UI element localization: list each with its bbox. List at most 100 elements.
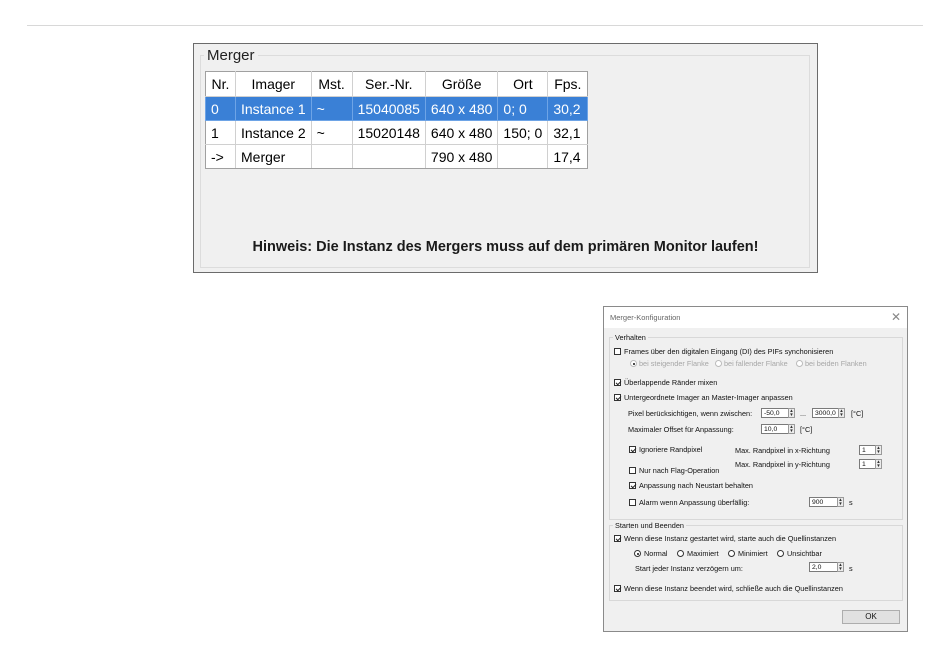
spin-updown-icon[interactable]: ▲ ▼ [837,497,844,507]
cell-size: 640 x 480 [425,96,499,121]
max-offset-value: 10,0 [764,426,778,433]
delay-unit: s [849,564,853,573]
col-header-fps[interactable]: Fps. [547,71,589,97]
flag-only-checkbox[interactable] [629,467,636,474]
cell-serial [352,144,426,169]
pixel-range-label: Pixel berücksichtigen, wenn zwischen: [628,409,753,418]
cell-nr: 0 [205,96,236,121]
max-border-y-stepper[interactable]: 1 ▲ ▼ [859,459,882,469]
pixel-min-value: -50,0 [764,410,780,417]
adapt-subordinate-checkbox[interactable] [614,394,621,401]
cell-position [497,144,549,169]
cell-fps: 30,2 [547,96,589,121]
pixel-range-unit: [°C] [851,409,864,418]
mode-normal-radio[interactable] [634,550,641,557]
ok-button[interactable]: OK [842,610,900,624]
cell-position: 0; 0 [497,96,549,121]
mix-edges-checkbox[interactable] [614,379,621,386]
edge-both-label: bei beiden Flanken [805,359,867,368]
spin-updown-icon[interactable]: ▲ ▼ [875,445,882,455]
max-offset-label: Maximaler Offset für Anpassung: [628,425,734,434]
merger-group-title: Merger [204,47,258,64]
delay-stepper[interactable]: 2,0 ▲ ▼ [809,562,844,572]
keep-after-restart-label: Anpassung nach Neustart behalten [639,481,753,490]
max-offset-stepper[interactable]: 10,0 ▲ ▼ [761,424,795,434]
delay-value: 2,0 [812,564,822,571]
col-header-position[interactable]: Ort [497,71,549,97]
cell-imager: Instance 1 [235,96,312,121]
pixel-min-stepper[interactable]: -50,0 ▲ ▼ [761,408,795,418]
table-row[interactable]: 1 Instance 2 ~ 15020148 640 x 480 150; 0… [205,120,589,145]
cell-imager: Merger [235,144,312,169]
max-border-x-stepper[interactable]: 1 ▲ ▼ [859,445,882,455]
cell-mst: ~ [311,96,353,121]
max-border-y-label: Max. Randpixel in y-Richtung [735,460,830,469]
alarm-overdue-label: Alarm wenn Anpassung überfällig: [639,498,750,507]
dialog-title: Merger-Konfiguration [610,313,681,322]
cell-size: 640 x 480 [425,120,499,145]
sync-frames-checkbox[interactable] [614,348,621,355]
delay-label: Start jeder Instanz verzögern um: [635,564,743,573]
close-icon[interactable]: ✕ [891,310,901,324]
startstop-group-legend: Starten und Beenden [613,521,686,530]
ignore-border-label: Ignoriere Randpixel [639,445,703,454]
cell-imager: Instance 2 [235,120,312,145]
edge-rising-label: bei steigender Flanke [639,359,709,368]
primary-monitor-hint: Hinweis: Die Instanz des Mergers muss au… [252,239,759,255]
table-row[interactable]: 0 Instance 1 ~ 15040085 640 x 480 0; 0 3… [205,96,589,121]
start-sources-label: Wenn diese Instanz gestartet wird, start… [624,534,836,543]
edge-both-radio[interactable] [796,360,803,367]
cell-serial: 15020148 [352,120,426,145]
edge-rising-radio[interactable] [630,360,637,367]
alarm-overdue-checkbox[interactable] [629,499,636,506]
max-border-y-value: 1 [862,461,866,468]
mode-invisible-radio[interactable] [777,550,784,557]
col-header-size[interactable]: Größe [425,71,499,97]
max-border-x-label: Max. Randpixel in x-Richtung [735,446,830,455]
alarm-value: 900 [812,499,824,506]
table-row[interactable]: -> Merger 790 x 480 17,4 [205,144,589,169]
behavior-group-legend: Verhalten [613,333,648,342]
close-sources-checkbox[interactable] [614,585,621,592]
cell-position: 150; 0 [497,120,549,145]
spin-updown-icon[interactable]: ▲ ▼ [788,424,795,434]
cell-fps: 32,1 [547,120,589,145]
cell-serial: 15040085 [352,96,426,121]
col-header-mst[interactable]: Mst. [311,71,353,97]
ignore-border-checkbox[interactable] [629,446,636,453]
mode-minimized-radio[interactable] [728,550,735,557]
cell-nr: -> [205,144,236,169]
merger-config-dialog: Merger-Konfiguration ✕ Verhalten Frames … [603,306,908,632]
close-sources-label: Wenn diese Instanz beendet wird, schließ… [624,584,843,593]
start-sources-checkbox[interactable] [614,535,621,542]
max-border-x-value: 1 [862,447,866,454]
col-header-serial[interactable]: Ser.-Nr. [352,71,426,97]
cell-size: 790 x 480 [425,144,499,169]
alarm-unit: s [849,498,853,507]
spin-updown-icon[interactable]: ▲ ▼ [837,562,844,572]
flag-only-label: Nur nach Flag-Operation [639,466,720,475]
col-header-imager[interactable]: Imager [235,71,312,97]
spin-updown-icon[interactable]: ▲ ▼ [788,408,795,418]
pixel-max-value: 3000,0 [815,410,836,417]
cell-mst [311,144,353,169]
table-header-row: Nr. Imager Mst. Ser.-Nr. Größe Ort Fps. [205,71,589,97]
keep-after-restart-checkbox[interactable] [629,482,636,489]
max-offset-unit: [°C] [800,425,813,434]
merger-panel: Merger Nr. Imager Mst. Ser.-Nr. Größe Or… [193,43,818,273]
spin-updown-icon[interactable]: ▲ ▼ [838,408,845,418]
spin-updown-icon[interactable]: ▲ ▼ [875,459,882,469]
mode-minimized-label: Minimiert [738,549,768,558]
cell-mst: ~ [311,120,353,145]
mode-normal-label: Normal [644,549,668,558]
mode-maximized-label: Maximiert [687,549,719,558]
cell-fps: 17,4 [547,144,589,169]
imager-table: Nr. Imager Mst. Ser.-Nr. Größe Ort Fps. … [205,71,589,169]
col-header-nr[interactable]: Nr. [205,71,236,97]
alarm-value-stepper[interactable]: 900 ▲ ▼ [809,497,844,507]
mode-maximized-radio[interactable] [677,550,684,557]
range-separator: ... [800,409,807,418]
mode-invisible-label: Unsichtbar [787,549,822,558]
edge-falling-radio[interactable] [715,360,722,367]
pixel-max-stepper[interactable]: 3000,0 ▲ ▼ [812,408,845,418]
